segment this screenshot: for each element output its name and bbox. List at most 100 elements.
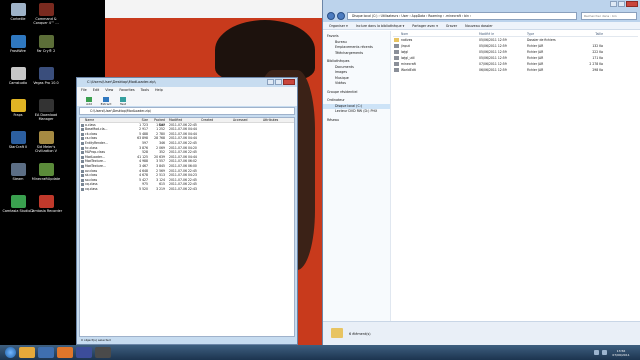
maximize-button[interactable] — [618, 1, 625, 7]
nav-item[interactable]: Téléchargements — [323, 51, 390, 57]
desktop-icon[interactable]: Command & Conquer 4™ ... — [28, 3, 64, 33]
file-size: 298 Ko — [592, 68, 603, 72]
cell-packed: 3 219 — [156, 186, 165, 191]
test-button[interactable]: Test — [117, 97, 129, 106]
desktop-icon-label: Vegas Pro 10.0 — [33, 81, 59, 85]
desktop-icon[interactable]: Vegas Pro 10.0 — [28, 67, 64, 97]
app-icon — [10, 35, 26, 48]
file-icon — [81, 128, 84, 132]
zip-archive-window[interactable]: C:\Users\User\Desktop\ModLoader.zip\ Fil… — [76, 77, 298, 345]
menu-help[interactable]: Help — [155, 87, 163, 94]
nav-item[interactable]: Groupe résidentiel — [323, 90, 390, 96]
maximize-button[interactable] — [275, 79, 282, 85]
cell-name: ck.class — [85, 131, 98, 136]
new-folder-button[interactable]: Nouveau dossier — [465, 22, 493, 29]
details-pane: 6 élément(s) — [323, 321, 640, 345]
desktop-icon[interactable]: Sid Meier's Civilization V — [28, 131, 64, 161]
status-bar: 0 object(s) selected — [81, 338, 111, 342]
column-accessed[interactable]: Accessed — [233, 118, 263, 122]
desktop-icon[interactable]: Camtasia Recorder — [28, 195, 64, 225]
extract-button[interactable]: Extract — [100, 97, 112, 106]
forward-button[interactable] — [337, 12, 345, 20]
taskbar-app-icon[interactable] — [95, 347, 111, 358]
file-name: jinput — [401, 44, 410, 48]
file-icon — [81, 187, 84, 191]
app-icon — [38, 99, 54, 112]
menu-view[interactable]: View — [105, 87, 113, 94]
jar-file-icon — [394, 44, 399, 48]
jar-file-icon — [394, 56, 399, 60]
window-title-bar[interactable]: C:\Users\User\Desktop\ModLoader.zip\ — [77, 78, 297, 87]
taskbar-app-icon[interactable] — [57, 347, 73, 358]
taskbar: 13:56 07/06/2011 — [0, 345, 640, 360]
taskbar-app-icon[interactable] — [38, 347, 54, 358]
burn-button[interactable]: Graver — [446, 22, 457, 29]
table-row[interactable]: xq.class 5 520 3 219 2011-07-06 22:43 — [80, 187, 294, 192]
explorer-window[interactable]: Disque local (C:) › Utilisateurs › User … — [322, 0, 640, 345]
nav-item[interactable]: Réseau — [323, 118, 390, 124]
nav-item[interactable]: Lecteur DVD RW (D:) PHX — [323, 109, 390, 115]
desktop-icon[interactable]: Far Cry® 2 — [28, 35, 64, 65]
navigation-pane: Favoris Bureau Emplacements récents Télécha… — [323, 31, 391, 321]
menu-file[interactable]: File — [81, 87, 87, 94]
file-icon — [81, 137, 84, 141]
column-type[interactable]: Type — [527, 31, 573, 36]
clock[interactable]: 13:56 07/06/2011 — [610, 349, 632, 357]
include-library-button[interactable]: Inclure dans la bibliothèque ▾ — [356, 22, 404, 29]
back-button[interactable] — [327, 12, 335, 20]
minimize-button[interactable] — [267, 79, 274, 85]
address-bar[interactable]: Disque local (C:) › Utilisateurs › User … — [347, 12, 577, 20]
organize-button[interactable]: Organiser ▾ — [329, 22, 348, 29]
column-created[interactable]: Created — [201, 118, 233, 122]
volume-icon[interactable] — [602, 350, 607, 355]
list-item[interactable]: WorldEdit 06/06/2011 12:59 Fichier JAR 298 … — [393, 67, 638, 73]
jar-file-icon — [394, 50, 399, 54]
cell-name: MLProp.class — [85, 150, 105, 155]
column-packed-size[interactable]: Packed Size — [148, 118, 165, 127]
minimize-button[interactable] — [610, 1, 617, 7]
start-button[interactable] — [5, 347, 16, 358]
cell-size: 5 520 — [139, 186, 148, 191]
share-button[interactable]: Partager avec ▾ — [412, 22, 438, 29]
address-field[interactable]: C:\Users\User\Desktop\ModLoader.zip\ — [79, 107, 295, 115]
taskbar-app-icon[interactable] — [19, 347, 35, 358]
close-button[interactable] — [283, 79, 295, 85]
menu-bar: File Edit View Favorites Tools Help — [77, 87, 297, 94]
taskbar-app-icon[interactable] — [76, 347, 92, 358]
close-button[interactable] — [626, 1, 638, 7]
file-icon — [81, 178, 84, 182]
column-size[interactable]: Taille — [573, 31, 603, 36]
search-input[interactable]: Rechercher dans : bin — [581, 12, 637, 20]
desktop-icon-label: Command & Conquer 4™ ... — [33, 17, 59, 25]
add-button[interactable]: Add — [83, 97, 95, 106]
network-icon[interactable] — [594, 350, 599, 355]
column-size[interactable]: Size — [136, 118, 148, 122]
desktop-icon-label: Far Cry® 2 — [36, 49, 56, 53]
cell-name: a.class — [85, 122, 96, 127]
window-title: C:\Users\User\Desktop\ModLoader.zip\ — [87, 80, 156, 84]
menu-tools[interactable]: Tools — [141, 87, 149, 94]
desktop-icon-label: Camtasia Recorder — [29, 209, 63, 213]
desktop-icon[interactable]: EA Download Manager — [28, 99, 64, 129]
file-icon — [81, 169, 84, 173]
column-name[interactable]: Name — [80, 118, 136, 122]
column-name[interactable]: Nom — [393, 31, 479, 36]
column-modified[interactable]: Modifié le — [479, 31, 527, 36]
cell-name: cs.class — [85, 136, 97, 141]
column-attributes[interactable]: Attributes — [263, 118, 288, 122]
cell-name: so.class — [85, 177, 98, 182]
file-list[interactable]: Nom Modifié le Type Taille natives 05/06/… — [393, 31, 638, 321]
jar-file-icon — [394, 62, 399, 66]
menu-edit[interactable]: Edit — [93, 87, 100, 94]
column-modified[interactable]: Modified — [165, 118, 201, 122]
menu-favorites[interactable]: Favorites — [119, 87, 134, 94]
file-name: lwjgl — [401, 50, 409, 54]
file-icon — [81, 123, 84, 127]
nav-item[interactable]: Vidéos — [323, 81, 390, 87]
wallpaper-top-band — [105, 0, 325, 18]
archive-file-list[interactable]: Name Size Packed Size Modified Created A… — [79, 117, 295, 337]
folder-icon — [394, 38, 399, 42]
file-icon — [81, 174, 84, 178]
desktop-icon[interactable]: MinecraftUpdate — [28, 163, 64, 193]
desktop-icon-label: EA Download Manager — [34, 113, 58, 121]
